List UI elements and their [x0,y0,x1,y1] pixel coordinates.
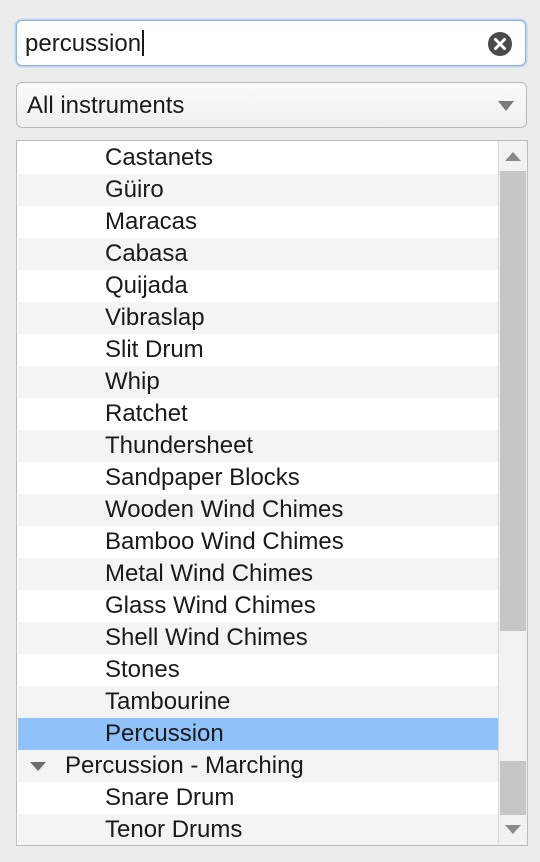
scroll-up-arrow-icon[interactable] [499,141,527,171]
list-item-label: Cabasa [105,240,188,267]
list-item-label: Vibraslap [105,304,205,331]
list-item-label: Shell Wind Chimes [105,624,308,651]
list-item[interactable]: Ratchet [18,398,498,430]
vertical-scrollbar[interactable] [498,141,527,845]
search-input[interactable]: percussion [25,29,144,59]
instrument-search-panel: percussion All instruments Castanets Güir… [0,0,540,862]
list-item-label: Thundersheet [105,432,254,459]
list-item[interactable]: Güiro [18,174,498,206]
list-item-label: Snare Drum [105,784,235,811]
list-item-label: Sandpaper Blocks [105,464,300,491]
list-item[interactable]: Quijada [18,270,498,302]
list-item[interactable]: Wooden Wind Chimes [18,494,498,526]
scrollbar-thumb[interactable] [500,171,526,631]
list-item[interactable]: Snare Drum [18,782,498,814]
tree-category-row[interactable]: Percussion - Marching [18,750,498,782]
list-item[interactable]: Stones [18,654,498,686]
list-item-label: Glass Wind Chimes [105,592,316,619]
list-item[interactable]: Tambourine [18,686,498,718]
list-item-label: Maracas [105,208,198,235]
instrument-filter-dropdown[interactable]: All instruments [16,82,527,128]
instrument-filter-value: All instruments [27,92,185,119]
list-item[interactable]: Maracas [18,206,498,238]
list-item-label: Quijada [105,272,188,299]
instrument-list-rows: Castanets Güiro Maracas Cabasa Quijada Vibras… [18,142,498,845]
search-field[interactable]: percussion [16,20,526,66]
clear-circle-x-icon [488,32,512,56]
scrollbar-track-lower [500,761,526,815]
list-item[interactable]: Bamboo Wind Chimes [18,526,498,558]
list-item[interactable]: Shell Wind Chimes [18,622,498,654]
list-item-label: Castanets [105,144,214,171]
list-item-label: Percussion - Marching [65,752,304,779]
list-item[interactable]: Cabasa [18,238,498,270]
list-item-label: Whip [105,368,160,395]
list-item-label: Slit Drum [105,336,204,363]
text-caret [142,30,144,56]
list-item[interactable]: Slit Drum [18,334,498,366]
list-item[interactable]: Tenor Drums [18,814,498,845]
clear-search-button[interactable] [487,31,513,57]
disclosure-expanded-icon[interactable] [30,762,46,771]
instrument-list: Castanets Güiro Maracas Cabasa Quijada Vibras… [16,140,528,846]
list-item-label: Metal Wind Chimes [105,560,314,587]
list-item-label: Percussion [105,720,224,747]
list-item-label: Stones [105,656,180,683]
search-value: percussion [25,30,142,57]
list-item[interactable]: Sandpaper Blocks [18,462,498,494]
list-item[interactable]: Castanets [18,142,498,174]
list-item[interactable]: Vibraslap [18,302,498,334]
list-item[interactable]: Percussion [18,718,498,750]
list-item[interactable]: Whip [18,366,498,398]
list-item-label: Tambourine [105,688,231,715]
list-item[interactable]: Glass Wind Chimes [18,590,498,622]
chevron-down-icon [498,101,514,111]
scroll-down-arrow-icon[interactable] [499,815,527,845]
list-item-label: Wooden Wind Chimes [105,496,344,523]
list-item-label: Güiro [105,176,164,203]
list-item-label: Bamboo Wind Chimes [105,528,344,555]
list-item[interactable]: Metal Wind Chimes [18,558,498,590]
list-item[interactable]: Thundersheet [18,430,498,462]
list-item-label: Ratchet [105,400,188,427]
list-item-label: Tenor Drums [105,816,243,843]
